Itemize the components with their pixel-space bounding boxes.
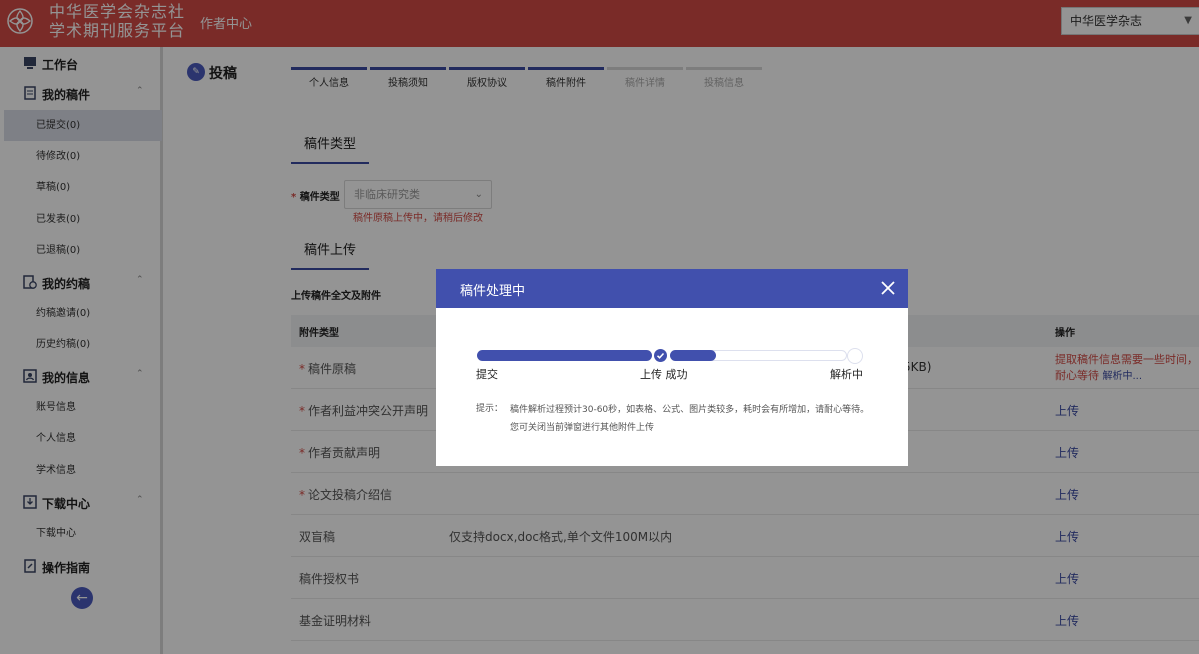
- progress-label-uploaded: 上传 成功: [640, 368, 688, 381]
- dialog-header: 稿件处理中: [436, 269, 908, 308]
- tip-text: 稿件解析过程预计30-60秒，如表格、公式、图片类较多，耗时会有所增加，请耐心等…: [510, 405, 870, 433]
- progress-label-parsing: 解析中: [830, 368, 863, 381]
- processing-progress: [477, 348, 863, 364]
- tip-label: 提示：: [476, 404, 504, 414]
- processing-dialog: 稿件处理中 提交 上传 成功 解析中 提示： 稿件解析过程预计30-60秒，如表…: [436, 269, 908, 466]
- close-icon[interactable]: [880, 280, 896, 296]
- progress-parse-fill: [670, 350, 716, 361]
- progress-segment-upload: [477, 350, 652, 361]
- progress-end-node: [847, 348, 863, 364]
- progress-label-submit: 提交: [476, 368, 498, 381]
- dialog-title: 稿件处理中: [460, 284, 526, 299]
- check-icon: [654, 349, 667, 362]
